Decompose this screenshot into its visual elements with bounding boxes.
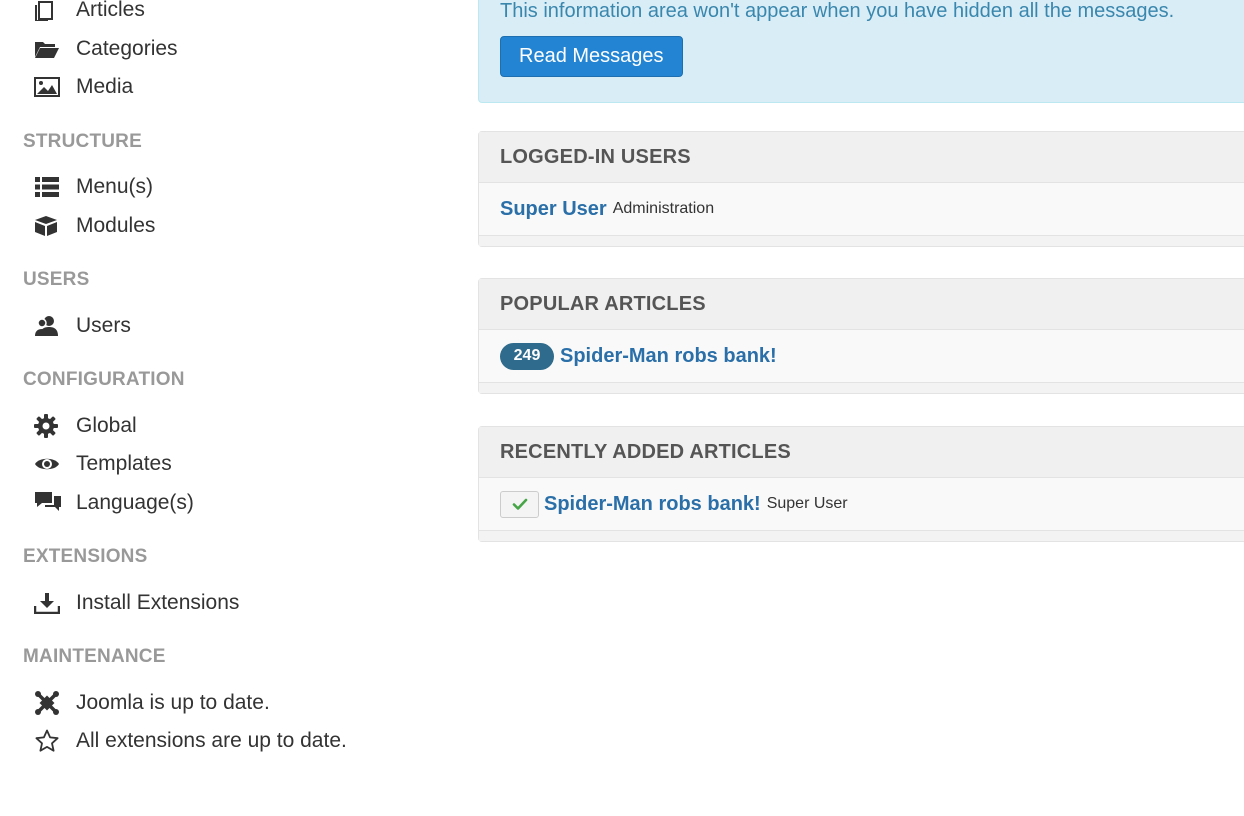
logged-in-users-panel: LOGGED-IN USERS Super User Administratio… bbox=[478, 131, 1244, 247]
sidebar-item-categories[interactable]: Categories bbox=[34, 34, 178, 64]
eye-icon bbox=[34, 452, 62, 476]
sidebar-item-joomla-status[interactable]: Joomla is up to date. bbox=[34, 688, 270, 718]
sidebar-item-label: Modules bbox=[76, 214, 156, 237]
articles-icon bbox=[34, 0, 62, 22]
sidebar-item-install-extensions[interactable]: Install Extensions bbox=[34, 588, 239, 618]
info-alert: This information area won't appear when … bbox=[478, 0, 1244, 103]
user-name-link[interactable]: Super User bbox=[500, 198, 607, 221]
sidebar-item-templates[interactable]: Templates bbox=[34, 449, 172, 479]
download-icon bbox=[34, 591, 62, 615]
panel-footer bbox=[479, 236, 1244, 246]
panel-title: RECENTLY ADDED ARTICLES bbox=[479, 427, 1244, 478]
article-title-link[interactable]: Spider-Man robs bank! bbox=[560, 345, 777, 368]
sidebar-item-label: Articles bbox=[76, 0, 145, 21]
sidebar-item-articles[interactable]: Articles bbox=[34, 0, 145, 25]
list-icon bbox=[34, 175, 62, 199]
section-title-maintenance: MAINTENANCE bbox=[23, 646, 166, 667]
section-title-structure: STRUCTURE bbox=[23, 131, 142, 152]
sidebar-item-label: Menu(s) bbox=[76, 175, 154, 198]
check-icon bbox=[512, 498, 527, 510]
sidebar-item-label: Language(s) bbox=[76, 491, 194, 514]
sidebar-item-label: Media bbox=[76, 75, 134, 98]
article-title-link[interactable]: Spider-Man robs bank! bbox=[544, 493, 761, 516]
sidebar-item-extensions-status[interactable]: All extensions are up to date. bbox=[34, 726, 347, 756]
image-icon bbox=[34, 75, 62, 99]
section-title-extensions: EXTENSIONS bbox=[23, 546, 148, 567]
table-row: Super User Administration bbox=[479, 183, 1244, 236]
panel-title: LOGGED-IN USERS bbox=[479, 132, 1244, 183]
folder-open-icon bbox=[34, 37, 62, 61]
user-location: Administration bbox=[612, 200, 715, 217]
sidebar-item-modules[interactable]: Modules bbox=[34, 211, 155, 241]
sidebar-item-label: Install Extensions bbox=[76, 591, 240, 614]
sidebar-item-menus[interactable]: Menu(s) bbox=[34, 172, 153, 202]
cube-icon bbox=[34, 214, 62, 238]
read-messages-button[interactable]: Read Messages bbox=[500, 36, 683, 77]
table-row: 249 Spider-Man robs bank! bbox=[479, 330, 1244, 383]
hits-badge: 249 bbox=[500, 342, 554, 370]
popular-articles-panel: POPULAR ARTICLES 249 Spider-Man robs ban… bbox=[478, 278, 1244, 394]
section-title-users: USERS bbox=[23, 269, 90, 290]
sidebar-item-global[interactable]: Global bbox=[34, 411, 137, 441]
sidebar-item-label: Users bbox=[76, 314, 131, 337]
published-status-button[interactable] bbox=[500, 490, 539, 518]
users-icon bbox=[34, 314, 62, 338]
section-title-configuration: CONFIGURATION bbox=[23, 369, 185, 390]
panel-title: POPULAR ARTICLES bbox=[479, 279, 1244, 330]
comments-icon bbox=[34, 491, 62, 515]
sidebar-item-users[interactable]: Users bbox=[34, 311, 131, 341]
star-outline-icon bbox=[34, 729, 62, 753]
joomla-icon bbox=[34, 691, 62, 715]
alert-message: This information area won't appear when … bbox=[500, 0, 1175, 22]
sidebar-item-label: Categories bbox=[76, 37, 178, 60]
panel-footer bbox=[479, 383, 1244, 393]
sidebar-item-label: Global bbox=[76, 414, 137, 437]
sidebar-item-media[interactable]: Media bbox=[34, 72, 133, 102]
sidebar-item-label: Joomla is up to date. bbox=[76, 691, 270, 714]
sidebar-item-label: Templates bbox=[76, 452, 172, 475]
article-author: Super User bbox=[766, 495, 848, 512]
table-row: Spider-Man robs bank! Super User bbox=[479, 478, 1244, 531]
sidebar-item-languages[interactable]: Language(s) bbox=[34, 488, 194, 518]
gear-icon bbox=[34, 414, 62, 438]
panel-footer bbox=[479, 531, 1244, 541]
sidebar-item-label: All extensions are up to date. bbox=[76, 729, 347, 752]
recent-articles-panel: RECENTLY ADDED ARTICLES Spider-Man robs … bbox=[478, 426, 1244, 542]
sidebar: Articles Categories Media STRUCTURE Menu… bbox=[0, 0, 420, 816]
